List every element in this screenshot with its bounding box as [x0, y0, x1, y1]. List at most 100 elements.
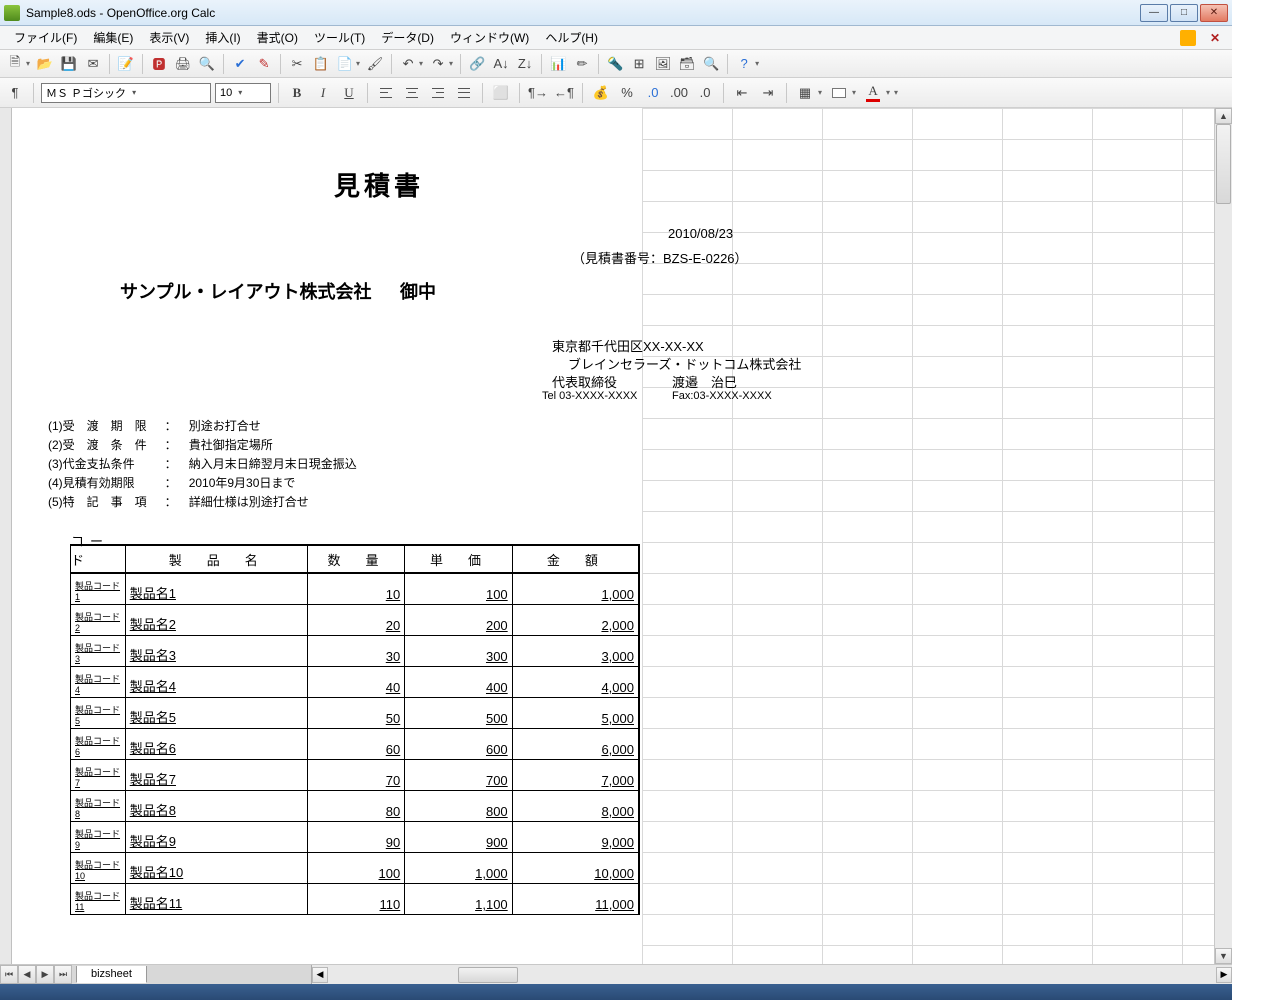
- styles-button[interactable]: ¶: [4, 82, 26, 104]
- open-button[interactable]: 📂: [34, 53, 56, 75]
- menu-data[interactable]: データ(D): [373, 26, 442, 49]
- cell-amount: 5,000: [513, 698, 638, 728]
- table-row[interactable]: 製品コード9 製品名9 90 900 9,000: [71, 822, 638, 853]
- font-name-combo[interactable]: ＭＳ Ｐゴシック▾: [41, 83, 211, 103]
- table-row[interactable]: 製品コード2 製品名2 20 200 2,000: [71, 605, 638, 636]
- window-maximize-button[interactable]: □: [1170, 4, 1198, 22]
- undo-button[interactable]: ↶: [397, 53, 419, 75]
- scroll-left-button[interactable]: ◀: [312, 967, 328, 983]
- table-row[interactable]: 製品コード11 製品名11 110 1,100 11,000: [71, 884, 638, 915]
- sort-asc-button[interactable]: A↓: [490, 53, 512, 75]
- bold-button[interactable]: B: [286, 82, 308, 104]
- tab-last-button[interactable]: ⏭: [54, 965, 72, 984]
- align-justify-button[interactable]: [453, 82, 475, 104]
- document-close-button[interactable]: ✕: [1204, 31, 1226, 45]
- copy-button[interactable]: 📋: [310, 53, 332, 75]
- decrease-indent-button[interactable]: ⇤: [731, 82, 753, 104]
- cell-qty: 60: [308, 729, 406, 759]
- table-row[interactable]: 製品コード10 製品名10 100 1,000 10,000: [71, 853, 638, 884]
- scroll-thumb[interactable]: [1216, 124, 1231, 204]
- sheet-tab-bizsheet[interactable]: bizsheet: [76, 966, 147, 983]
- datasources-button[interactable]: 🗃: [676, 53, 698, 75]
- table-row[interactable]: 製品コード7 製品名7 70 700 7,000: [71, 760, 638, 791]
- spreadsheet-area[interactable]: 見積書 2010/08/23 （見積書番号：BZS-E-0226） サンプル・レ…: [12, 108, 1214, 964]
- find-button[interactable]: 🔦: [604, 53, 626, 75]
- align-center-button[interactable]: [401, 82, 423, 104]
- scroll-track[interactable]: [1215, 124, 1232, 948]
- print-preview-button[interactable]: 🔍: [196, 53, 218, 75]
- currency-button[interactable]: 💰: [590, 82, 612, 104]
- number-format-button[interactable]: .0: [642, 82, 664, 104]
- font-size-combo[interactable]: 10▾: [215, 83, 271, 103]
- window-close-button[interactable]: ✕: [1200, 4, 1228, 22]
- add-decimal-button[interactable]: .00: [668, 82, 690, 104]
- table-row[interactable]: 製品コード3 製品名3 30 300 3,000: [71, 636, 638, 667]
- term-value: 2010年9月30日まで: [189, 475, 357, 492]
- help-button[interactable]: ?: [733, 53, 755, 75]
- cell-name: 製品名3: [126, 636, 308, 666]
- scroll-up-button[interactable]: ▲: [1215, 108, 1232, 124]
- table-row[interactable]: 製品コード5 製品名5 50 500 5,000: [71, 698, 638, 729]
- cut-button[interactable]: ✂: [286, 53, 308, 75]
- align-left-button[interactable]: [375, 82, 397, 104]
- term-label: (1)受 渡 期 限: [48, 418, 153, 435]
- menu-window[interactable]: ウィンドウ(W): [442, 26, 537, 49]
- update-icon[interactable]: [1180, 30, 1196, 46]
- borders-button[interactable]: ▦: [794, 82, 816, 104]
- tab-next-button[interactable]: ▶: [36, 965, 54, 984]
- window-minimize-button[interactable]: —: [1140, 4, 1168, 22]
- hdr-amount: 金 額: [513, 546, 638, 572]
- menu-view[interactable]: 表示(V): [141, 26, 197, 49]
- save-button[interactable]: 💾: [58, 53, 80, 75]
- tab-prev-button[interactable]: ◀: [18, 965, 36, 984]
- edit-file-button[interactable]: 📝: [115, 53, 137, 75]
- table-row[interactable]: 製品コード1 製品名1 10 100 1,000: [71, 574, 638, 605]
- redo-button[interactable]: ↷: [427, 53, 449, 75]
- menu-edit[interactable]: 編集(E): [85, 26, 141, 49]
- hdr-code: コード: [71, 546, 126, 572]
- menu-insert[interactable]: 挿入(I): [197, 26, 248, 49]
- gallery-button[interactable]: 🖼: [652, 53, 674, 75]
- new-doc-button[interactable]: 🗎: [4, 53, 26, 75]
- menu-file[interactable]: ファイル(F): [6, 26, 85, 49]
- italic-button[interactable]: I: [312, 82, 334, 104]
- hscroll-thumb[interactable]: [458, 967, 518, 983]
- term-value: 納入月末日締翌月末日現金振込: [189, 456, 357, 473]
- ltr-button[interactable]: ¶→: [527, 82, 549, 104]
- table-row[interactable]: 製品コード8 製品名8 80 800 8,000: [71, 791, 638, 822]
- merge-cells-button[interactable]: ⬜: [490, 82, 512, 104]
- print-button[interactable]: 🖨: [172, 53, 194, 75]
- row-header-column[interactable]: [0, 108, 12, 964]
- navigator-button[interactable]: ⊞: [628, 53, 650, 75]
- spellcheck-button[interactable]: ✔: [229, 53, 251, 75]
- underline-button[interactable]: U: [338, 82, 360, 104]
- email-button[interactable]: ✉: [82, 53, 104, 75]
- bgcolor-button[interactable]: [828, 82, 850, 104]
- menu-format[interactable]: 書式(O): [249, 26, 306, 49]
- rtl-button[interactable]: ←¶: [553, 82, 575, 104]
- fontcolor-button[interactable]: A: [862, 82, 884, 104]
- menu-tools[interactable]: ツール(T): [306, 26, 373, 49]
- align-right-button[interactable]: [427, 82, 449, 104]
- zoom-button[interactable]: 🔍: [700, 53, 722, 75]
- menu-help[interactable]: ヘルプ(H): [537, 26, 606, 49]
- horizontal-scrollbar[interactable]: ◀ ▶: [312, 965, 1232, 984]
- table-row[interactable]: 製品コード6 製品名6 60 600 6,000: [71, 729, 638, 760]
- increase-indent-button[interactable]: ⇥: [757, 82, 779, 104]
- table-row[interactable]: 製品コード4 製品名4 40 400 4,000: [71, 667, 638, 698]
- scroll-right-button[interactable]: ▶: [1216, 967, 1232, 983]
- insert-chart-button[interactable]: 📊: [547, 53, 569, 75]
- vertical-scrollbar[interactable]: ▲ ▼: [1214, 108, 1232, 964]
- export-pdf-button[interactable]: 🅿: [148, 53, 170, 75]
- show-draw-button[interactable]: ✏: [571, 53, 593, 75]
- format-paintbrush-button[interactable]: 🖌: [364, 53, 386, 75]
- hyperlink-button[interactable]: 🔗: [466, 53, 488, 75]
- tab-first-button[interactable]: ⏮: [0, 965, 18, 984]
- remove-decimal-button[interactable]: .0: [694, 82, 716, 104]
- auto-spellcheck-button[interactable]: ✎: [253, 53, 275, 75]
- percent-button[interactable]: %: [616, 82, 638, 104]
- scroll-down-button[interactable]: ▼: [1215, 948, 1232, 964]
- sort-desc-button[interactable]: Z↓: [514, 53, 536, 75]
- paste-button[interactable]: 📄: [334, 53, 356, 75]
- hscroll-track[interactable]: [328, 967, 1216, 983]
